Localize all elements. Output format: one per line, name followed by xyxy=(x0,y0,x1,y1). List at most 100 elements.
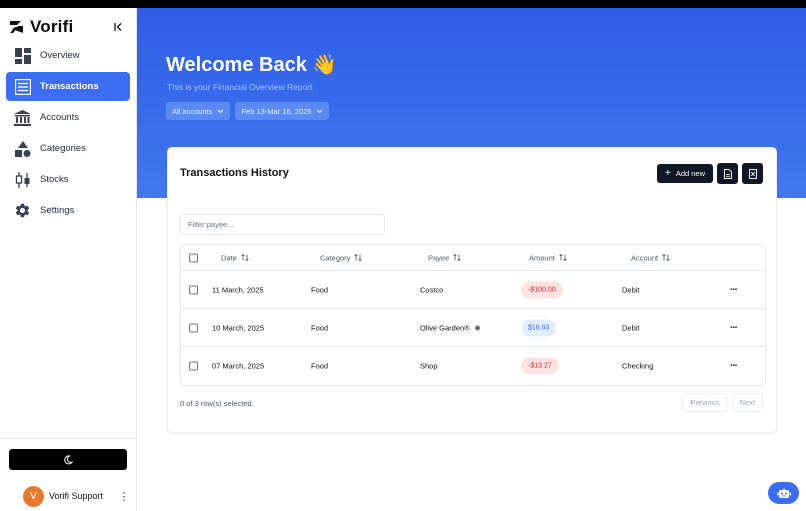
sidebar-footer: V Vorifi Support ⋮ xyxy=(0,438,137,511)
gear-icon xyxy=(14,202,31,219)
account-filter-label: All accounts xyxy=(172,106,213,116)
date-range-label: Feb 13-Mar 16, 2025 xyxy=(241,106,312,116)
row-amount: -$13.27 xyxy=(521,357,559,375)
sort-icon xyxy=(453,253,461,262)
column-header-date[interactable]: Date xyxy=(221,253,249,262)
row-category: Food xyxy=(311,285,329,294)
column-label: Date xyxy=(221,253,237,262)
row-amount: $18.93 xyxy=(521,319,557,336)
add-new-label: Add new xyxy=(675,169,705,178)
row-payee: Costco xyxy=(420,285,444,294)
add-new-button[interactable]: + Add new xyxy=(656,164,713,183)
sidebar: Vorifi Overview Transactions Accounts Ca… xyxy=(0,8,137,511)
brand-name: Vorifi xyxy=(30,17,74,36)
table-row[interactable]: 07 March, 2025 Food Shop -$13.27 Checkin… xyxy=(181,347,765,385)
file-icon xyxy=(723,168,732,179)
card-title: Transactions History xyxy=(180,167,289,179)
sidebar-item-overview[interactable]: Overview xyxy=(6,41,130,70)
row-checkbox[interactable] xyxy=(189,323,198,332)
row-account: Debit xyxy=(622,285,640,294)
row-checkbox[interactable] xyxy=(189,361,198,371)
sidebar-item-transactions[interactable]: Transactions xyxy=(6,72,130,101)
row-payee-cell: Olive Garden® xyxy=(420,323,480,332)
theme-toggle-button[interactable] xyxy=(9,449,127,470)
row-date: 07 March, 2025 xyxy=(212,361,265,371)
card-actions: + Add new xyxy=(656,163,763,184)
shapes-icon xyxy=(14,140,31,157)
avatar: V xyxy=(23,485,44,507)
column-label: Amount xyxy=(529,253,555,262)
sidebar-item-stocks[interactable]: Stocks xyxy=(6,165,130,194)
user-menu-icon[interactable]: ⋮ xyxy=(119,490,130,503)
hero-filters: All accounts Feb 13-Mar 16, 2025 xyxy=(166,102,330,120)
sidebar-item-settings[interactable]: Settings xyxy=(6,196,130,225)
column-header-account[interactable]: Account xyxy=(631,253,670,262)
previous-page-button[interactable]: Previous xyxy=(682,393,728,412)
transactions-table: Date Category Payee Amount Account 11 Ma… xyxy=(180,244,766,386)
next-page-button[interactable]: Next xyxy=(731,393,763,412)
table-row[interactable]: 11 March, 2025 Food Costco -$100.00 Debi… xyxy=(181,271,765,309)
sort-icon xyxy=(354,253,363,262)
chevron-down-icon xyxy=(317,109,323,113)
collapse-left-icon xyxy=(114,23,122,31)
sidebar-item-label: Categories xyxy=(40,143,86,154)
robot-icon xyxy=(776,487,791,498)
overview-icon xyxy=(14,47,31,64)
filter-payee-input[interactable] xyxy=(180,214,385,235)
row-date: 11 March, 2025 xyxy=(212,285,264,294)
table-row[interactable]: 10 March, 2025 Food Olive Garden® $18.93… xyxy=(181,309,765,347)
sidebar-item-label: Transactions xyxy=(40,81,99,92)
sidebar-item-categories[interactable]: Categories xyxy=(6,134,130,163)
brand[interactable]: Vorifi xyxy=(9,17,73,37)
user-profile[interactable]: V Vorifi Support ⋮ xyxy=(23,485,130,507)
column-header-amount[interactable]: Amount xyxy=(529,253,567,262)
row-amount: -$100.00 xyxy=(521,281,563,298)
import-button[interactable] xyxy=(742,163,763,184)
candlestick-icon xyxy=(14,171,31,188)
row-actions-button[interactable]: ··· xyxy=(730,361,738,372)
date-range-select[interactable]: Feb 13-Mar 16, 2025 xyxy=(235,102,330,120)
sort-icon xyxy=(559,253,567,262)
sort-icon xyxy=(241,253,249,262)
spreadsheet-icon xyxy=(748,168,757,179)
sort-icon xyxy=(662,253,670,262)
row-category: Food xyxy=(311,361,329,371)
sidebar-item-label: Stocks xyxy=(40,174,69,185)
sidebar-nav: Overview Transactions Accounts Categorie… xyxy=(6,41,130,227)
row-payee: Shop xyxy=(420,361,438,371)
column-label: Payee xyxy=(428,253,450,262)
select-all-checkbox[interactable] xyxy=(189,253,198,262)
row-checkbox[interactable] xyxy=(189,285,198,294)
chatbot-button[interactable] xyxy=(768,482,799,504)
column-header-payee[interactable]: Payee xyxy=(428,253,461,262)
sidebar-item-label: Accounts xyxy=(40,112,80,123)
moon-icon xyxy=(64,454,73,464)
column-label: Category xyxy=(320,253,351,262)
collapse-sidebar-button[interactable] xyxy=(110,19,126,35)
export-button[interactable] xyxy=(717,163,738,184)
table-header-row: Date Category Payee Amount Account xyxy=(181,245,765,271)
sidebar-item-accounts[interactable]: Accounts xyxy=(6,103,130,132)
plus-icon: + xyxy=(664,168,671,179)
sidebar-item-label: Overview xyxy=(40,50,80,61)
transactions-card: Transactions History + Add new Date Cate… xyxy=(167,147,777,433)
chevron-down-icon xyxy=(218,109,224,113)
selection-status: 0 of 3 row(s) selected. xyxy=(180,399,254,408)
row-account: Debit xyxy=(622,323,640,332)
user-name: Vorifi Support xyxy=(49,491,104,501)
row-category: Food xyxy=(311,323,329,332)
account-filter-select[interactable]: All accounts xyxy=(166,102,231,120)
vorifi-logo-icon xyxy=(10,21,23,33)
row-actions-button[interactable]: ··· xyxy=(730,284,738,295)
page-subtitle: This is your Financial Overview Report xyxy=(167,82,313,92)
transactions-icon xyxy=(14,78,31,95)
sidebar-item-label: Settings xyxy=(40,205,75,216)
row-actions-button[interactable]: ··· xyxy=(730,322,738,333)
row-payee: Olive Garden® xyxy=(420,323,470,332)
info-icon xyxy=(474,325,480,330)
column-label: Account xyxy=(631,253,659,262)
page-title: Welcome Back 👋 xyxy=(166,54,338,76)
column-header-category[interactable]: Category xyxy=(320,253,363,262)
bank-icon xyxy=(14,109,31,126)
row-date: 10 March, 2025 xyxy=(212,323,265,332)
